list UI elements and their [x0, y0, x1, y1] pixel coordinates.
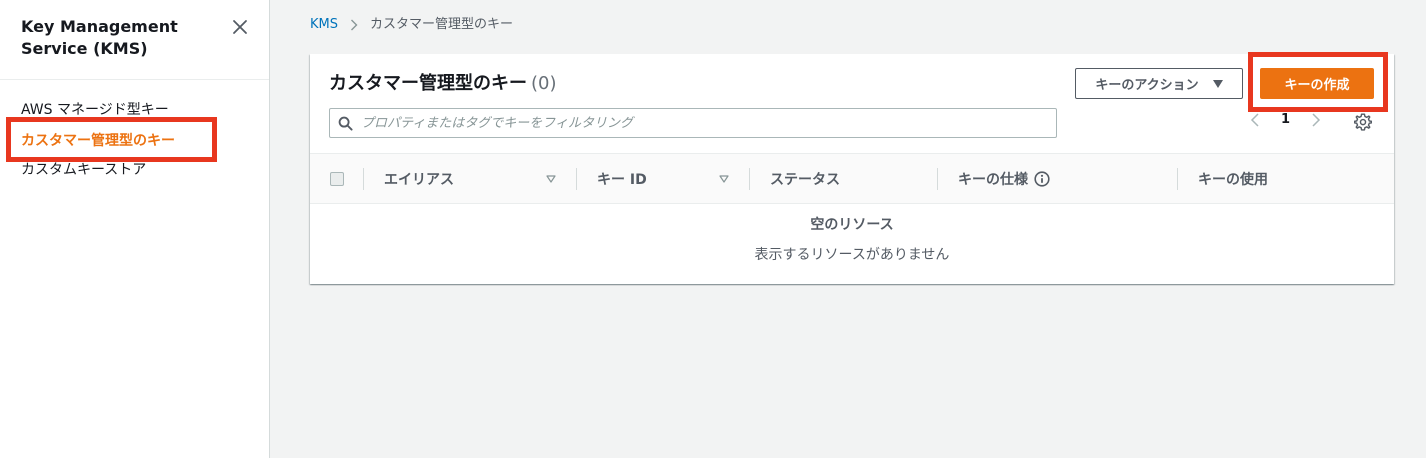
column-header-alias[interactable]: エイリアス	[384, 154, 454, 203]
table-header: エイリアス キー ID ステータス キーの仕様 キーの使用	[310, 153, 1394, 204]
key-count: (0)	[531, 73, 557, 94]
caret-down-icon	[1212, 79, 1223, 88]
column-divider	[749, 168, 750, 190]
key-spec-label: キーの仕様	[958, 171, 1028, 188]
breadcrumb-kms-link[interactable]: KMS	[310, 16, 338, 34]
sidebar-item-customer-managed-keys[interactable]: カスタマー管理型のキー	[21, 132, 175, 150]
keys-table-panel: カスタマー管理型のキー(0) キーのアクション キーの作成 1 エイリアス	[310, 54, 1394, 284]
create-key-button[interactable]: キーの作成	[1260, 68, 1374, 99]
pagination: 1	[1250, 112, 1321, 127]
close-icon[interactable]	[230, 17, 250, 37]
chevron-left-icon[interactable]	[1250, 112, 1260, 127]
chevron-right-icon[interactable]	[1311, 112, 1321, 127]
column-divider	[1177, 168, 1178, 190]
sidebar-divider	[0, 79, 269, 80]
chevron-right-icon	[351, 19, 358, 31]
key-actions-label: キーのアクション	[1095, 78, 1199, 93]
page-title: カスタマー管理型のキー (0)	[329, 72, 557, 96]
column-divider	[576, 168, 577, 190]
page-number[interactable]: 1	[1281, 112, 1290, 127]
gear-icon[interactable]	[1354, 113, 1372, 131]
empty-state-title: 空のリソース	[810, 217, 894, 233]
sort-icon[interactable]	[546, 174, 556, 184]
column-header-key-id[interactable]: キー ID	[597, 154, 647, 203]
filter-input[interactable]	[361, 115, 1056, 131]
column-header-key-usage[interactable]: キーの使用	[1198, 154, 1268, 203]
select-all-checkbox[interactable]	[330, 172, 344, 186]
sidebar-item-custom-key-stores[interactable]: カスタムキーストア	[21, 161, 146, 179]
sidebar-item-aws-managed-keys[interactable]: AWS マネージド型キー	[21, 101, 169, 119]
key-actions-button[interactable]: キーのアクション	[1075, 68, 1243, 99]
column-header-key-spec: キーの仕様	[958, 154, 1050, 203]
empty-state-description: 表示するリソースがありません	[754, 247, 950, 263]
filter-search-box[interactable]	[329, 108, 1057, 138]
column-divider	[937, 168, 938, 190]
info-icon[interactable]	[1034, 170, 1050, 187]
breadcrumb: KMS カスタマー管理型のキー	[310, 16, 513, 34]
sidebar: Key Management Service (KMS) AWS マネージド型キ…	[0, 0, 270, 458]
column-divider	[363, 168, 364, 190]
page-title-text: カスタマー管理型のキー	[329, 73, 527, 94]
search-icon	[338, 116, 353, 131]
column-header-status[interactable]: ステータス	[770, 154, 840, 203]
sort-icon[interactable]	[719, 174, 729, 184]
breadcrumb-current: カスタマー管理型のキー	[370, 17, 514, 32]
create-key-label: キーの作成	[1284, 78, 1350, 93]
sidebar-title: Key Management Service (KMS)	[21, 17, 178, 58]
